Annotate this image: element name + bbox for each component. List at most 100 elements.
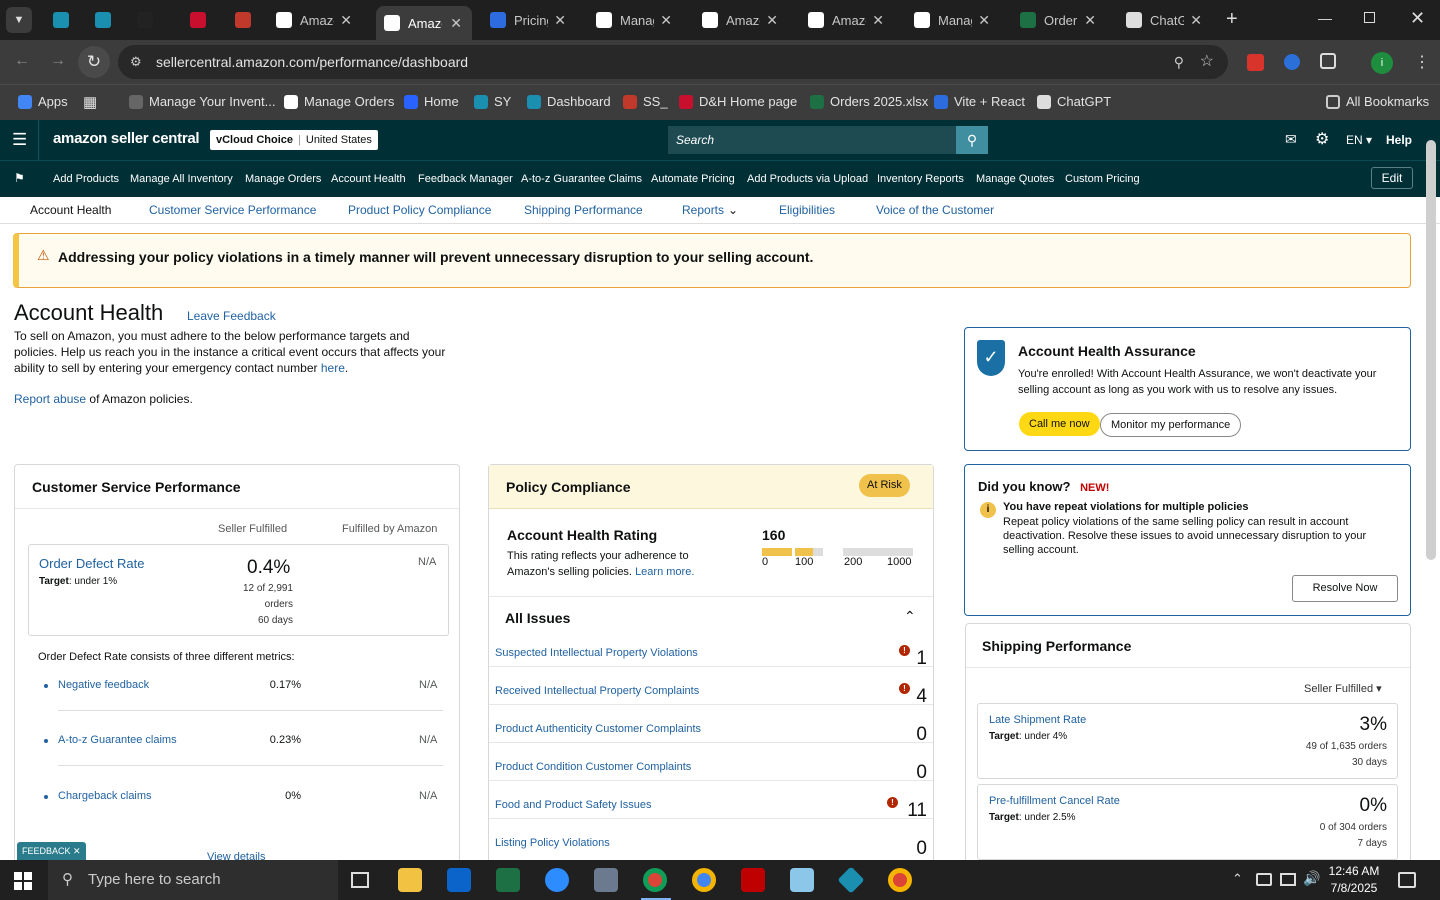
issue-link[interactable]: Product Condition Customer Complaints bbox=[495, 761, 691, 773]
browser-tab[interactable]: Amazo ✕ bbox=[800, 6, 894, 34]
close-icon[interactable]: ✕ bbox=[73, 846, 81, 856]
issue-link[interactable]: Listing Policy Violations bbox=[495, 837, 610, 849]
bookmark-item[interactable]: Manage Orders bbox=[284, 94, 394, 109]
tab-close-icon[interactable]: ✕ bbox=[1190, 12, 1202, 29]
issue-link[interactable]: Product Authenticity Customer Complaints bbox=[495, 723, 701, 735]
bookmark-item[interactable]: ChatGPT bbox=[1037, 94, 1111, 109]
settings-gear-icon[interactable]: ⚙ bbox=[1315, 129, 1329, 149]
url-bar[interactable]: ⚙ sellercentral.amazon.com/performance/d… bbox=[118, 45, 1228, 79]
help-link[interactable]: Help bbox=[1386, 133, 1412, 147]
nav-link[interactable]: Inventory Reports bbox=[877, 173, 964, 185]
browser-tab[interactable]: Amazo ✕ bbox=[694, 6, 788, 34]
task-view-icon[interactable] bbox=[351, 872, 369, 888]
fulfillment-filter-dropdown[interactable]: Seller Fulfilled ▾ bbox=[1304, 682, 1382, 695]
clock[interactable]: 12:46 AM 7/8/2025 bbox=[1322, 863, 1386, 897]
apps-grid-icon[interactable]: ▦ bbox=[83, 93, 97, 111]
browser-tab[interactable] bbox=[181, 6, 217, 34]
nav-link[interactable]: Automate Pricing bbox=[651, 173, 735, 185]
language-selector[interactable]: EN ▾ bbox=[1346, 133, 1372, 147]
extension-blue-icon[interactable] bbox=[1284, 54, 1300, 70]
store-switcher[interactable]: vCloud Choice | United States bbox=[210, 130, 378, 150]
forward-icon[interactable]: → bbox=[50, 52, 66, 70]
monitor-performance-button[interactable]: Monitor my performance bbox=[1100, 413, 1242, 437]
browser-tab[interactable] bbox=[44, 6, 80, 34]
bookmark-item[interactable]: Vite + React bbox=[934, 94, 1025, 109]
reload-icon[interactable]: ↻ bbox=[78, 46, 110, 78]
nav-link[interactable]: Feedback Manager bbox=[418, 173, 513, 185]
report-abuse-link[interactable]: Report abuse bbox=[14, 392, 86, 406]
browser-tab[interactable]: ChatG ✕ bbox=[1118, 6, 1212, 34]
learn-more-link[interactable]: Learn more. bbox=[635, 566, 694, 578]
browser-tab[interactable]: Order: ✕ bbox=[1012, 6, 1106, 34]
browser-tab[interactable] bbox=[226, 6, 262, 34]
nav-link[interactable]: Add Products bbox=[53, 173, 119, 185]
browser-tab[interactable]: Pricing ✕ bbox=[482, 6, 576, 34]
calculator-icon[interactable] bbox=[594, 868, 618, 892]
bookmark-item[interactable]: Dashboard bbox=[527, 94, 611, 109]
extensions-puzzle-icon[interactable] bbox=[1320, 53, 1336, 69]
browser-tab[interactable]: Amazo ✕ bbox=[268, 6, 362, 34]
mail-icon[interactable]: ✉ bbox=[1285, 131, 1297, 148]
page-scrollbar[interactable] bbox=[1426, 140, 1436, 560]
profile-avatar[interactable]: i bbox=[1371, 52, 1393, 74]
collapse-issues-icon[interactable]: ⌃ bbox=[904, 608, 916, 625]
tab-search-button[interactable]: ▼ bbox=[6, 7, 32, 33]
bookmark-star-icon[interactable]: ☆ bbox=[1200, 45, 1214, 79]
site-info-icon[interactable]: ⚙ bbox=[130, 45, 142, 79]
tray-network-icon[interactable] bbox=[1256, 873, 1272, 886]
issue-link[interactable]: Food and Product Safety Issues bbox=[495, 799, 652, 811]
bookmark-item[interactable]: Orders 2025.xlsx bbox=[810, 94, 928, 109]
bookmark-item[interactable]: Manage Your Invent... bbox=[129, 94, 275, 109]
notifications-icon[interactable] bbox=[1398, 872, 1416, 888]
metric-link[interactable]: Chargeback claims bbox=[58, 790, 152, 802]
browser-menu-icon[interactable]: ⋮ bbox=[1414, 52, 1430, 72]
bookmark-item[interactable]: SY bbox=[474, 94, 511, 109]
issue-link[interactable]: Received Intellectual Property Complaint… bbox=[495, 685, 699, 697]
all-bookmarks[interactable]: All Bookmarks bbox=[1326, 94, 1429, 109]
chrome-alt-icon[interactable] bbox=[888, 868, 912, 892]
tab-close-icon[interactable]: ✕ bbox=[450, 15, 462, 32]
feedback-tab[interactable]: FEEDBACK ✕ bbox=[17, 842, 86, 860]
browser-tab[interactable] bbox=[128, 6, 164, 34]
tray-chevron-icon[interactable]: ⌃ bbox=[1232, 871, 1243, 887]
metric-link[interactable]: Negative feedback bbox=[58, 679, 149, 691]
taskbar-search-box[interactable]: ⚲ Type here to search bbox=[48, 860, 338, 900]
leave-feedback-link[interactable]: Leave Feedback bbox=[187, 309, 276, 323]
order-defect-rate-link[interactable]: Order Defect Rate bbox=[39, 556, 145, 571]
subnav-tab[interactable]: Product Policy Compliance bbox=[348, 203, 491, 217]
search-input[interactable]: Search bbox=[668, 126, 956, 154]
subnav-tab[interactable]: Voice of the Customer bbox=[876, 203, 994, 217]
minimize-button[interactable]: — bbox=[1318, 10, 1332, 26]
chrome-profile-icon[interactable] bbox=[692, 868, 716, 892]
subnav-tab[interactable]: Shipping Performance bbox=[524, 203, 643, 217]
browser-tab[interactable] bbox=[86, 6, 122, 34]
emergency-contact-link[interactable]: here bbox=[321, 361, 345, 375]
bookmark-item[interactable]: Apps bbox=[18, 94, 68, 109]
resolve-now-button[interactable]: Resolve Now bbox=[1292, 575, 1398, 602]
hamburger-menu-icon[interactable]: ☰ bbox=[12, 130, 27, 150]
subnav-tab[interactable]: Reports ⌄ bbox=[682, 203, 738, 217]
nav-link[interactable]: Add Products via Upload bbox=[747, 173, 868, 185]
tray-display-icon[interactable] bbox=[1280, 873, 1296, 886]
issue-link[interactable]: Suspected Intellectual Property Violatio… bbox=[495, 647, 698, 659]
subnav-tab[interactable]: Eligibilities bbox=[779, 203, 835, 217]
subnav-tab[interactable]: Customer Service Performance bbox=[149, 203, 316, 217]
filezilla-icon[interactable] bbox=[741, 868, 765, 892]
metric-link[interactable]: A-to-z Guarantee claims bbox=[58, 734, 177, 746]
browser-tab[interactable]: Amazo ✕ bbox=[376, 6, 472, 40]
tab-close-icon[interactable]: ✕ bbox=[872, 12, 884, 29]
app-diamond-icon[interactable] bbox=[837, 866, 865, 894]
edit-nav-button[interactable]: Edit bbox=[1371, 167, 1413, 189]
new-tab-button[interactable]: + bbox=[1226, 8, 1238, 31]
tab-close-icon[interactable]: ✕ bbox=[340, 12, 352, 29]
tray-volume-icon[interactable]: 🔊 bbox=[1303, 870, 1320, 887]
shipping-metric-link[interactable]: Late Shipment Rate bbox=[989, 714, 1086, 726]
nav-link[interactable]: Account Health bbox=[331, 173, 406, 185]
browser-tab[interactable]: Manag ✕ bbox=[906, 6, 1000, 34]
notepad-icon[interactable] bbox=[790, 868, 814, 892]
excel-icon[interactable] bbox=[496, 868, 520, 892]
nav-link[interactable]: Manage Quotes bbox=[976, 173, 1054, 185]
tab-close-icon[interactable]: ✕ bbox=[554, 12, 566, 29]
nav-link[interactable]: Manage All Inventory bbox=[130, 173, 233, 185]
zoom-app-icon[interactable] bbox=[545, 868, 569, 892]
